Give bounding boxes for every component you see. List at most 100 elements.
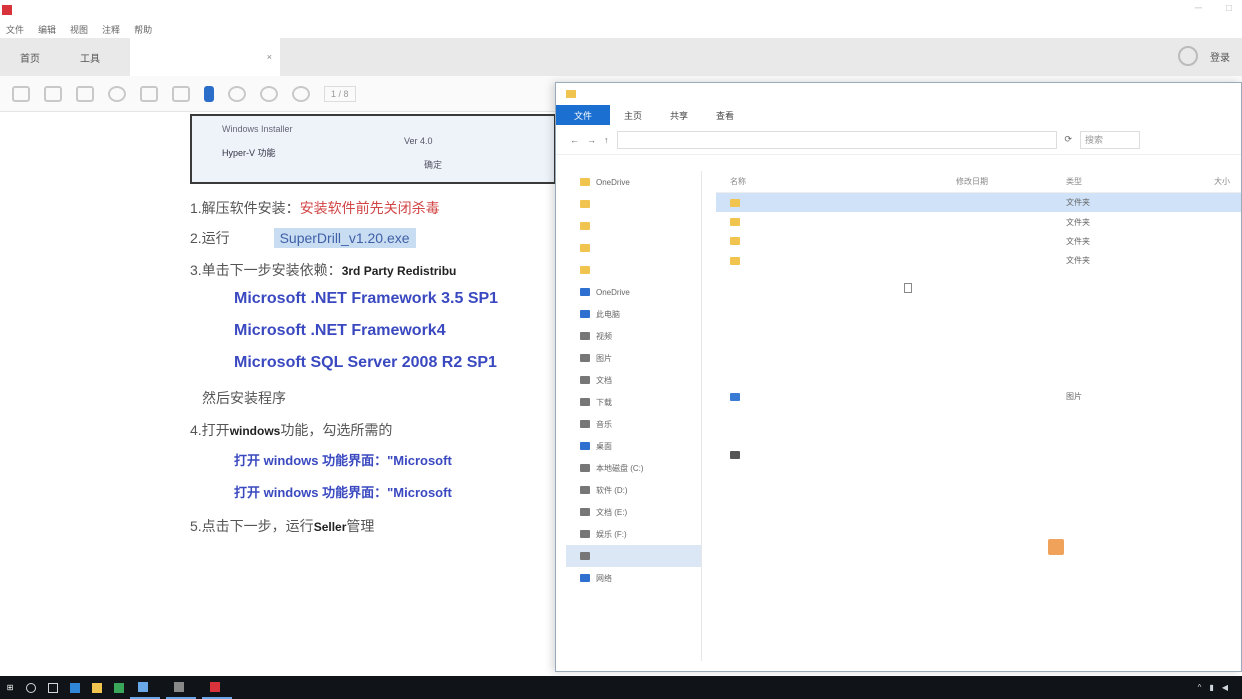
search-input[interactable]: 搜索 [1080,130,1141,149]
hand-tool-icon[interactable] [140,85,158,102]
next-page-icon[interactable] [260,85,278,102]
nav-item[interactable] [566,237,701,259]
save-icon[interactable] [12,85,30,102]
column-name[interactable]: 名称 [716,176,956,187]
nav-label: 文档 (E:) [596,507,628,517]
maximize-button[interactable]: □ [1226,3,1232,14]
nav-item-pictures[interactable]: 图片 [566,347,701,369]
file-explorer-taskbar-icon[interactable] [86,676,108,699]
arrow-cursor-icon[interactable] [204,85,214,102]
task-view-icon[interactable] [42,676,64,699]
explorer-title-bar [556,83,1241,105]
taskbar-app-button[interactable] [130,676,160,699]
close-tab-icon[interactable]: × [267,52,272,62]
page-number-field[interactable]: 1 / 8 [324,85,356,102]
menu-edit[interactable]: 编辑 [38,23,56,36]
ribbon-view-tab[interactable]: 查看 [702,109,748,122]
file-row[interactable] [716,283,1241,445]
store-icon[interactable] [108,676,130,699]
select-tool-icon[interactable] [172,85,190,102]
nav-item[interactable] [566,259,701,281]
application-icon [730,450,740,459]
zoom-in-icon[interactable] [292,85,310,102]
nav-item[interactable]: OneDrive [566,171,701,193]
search-icon[interactable] [108,85,126,102]
volume-icon[interactable]: ◀ [1222,683,1228,692]
column-size[interactable]: 大小 [1176,176,1236,187]
nav-label: 软件 (D:) [596,485,628,495]
column-type[interactable]: 类型 [1066,176,1176,187]
start-button[interactable]: ⊞ [0,676,20,699]
menu-file[interactable]: 文件 [6,23,24,36]
nav-item-videos[interactable]: 视频 [566,325,701,347]
file-row[interactable]: 文件夹 [716,212,1241,231]
forward-arrow-icon[interactable]: → [587,135,596,145]
step-bold-text: 3rd Party Redistribu [341,264,457,278]
email-icon[interactable] [76,85,94,102]
nav-item[interactable] [566,193,701,215]
file-row[interactable] [716,271,1241,293]
tab-document[interactable]: × [130,38,280,76]
file-row[interactable]: 文件夹 [716,193,1241,213]
search-icon[interactable] [20,676,42,699]
edge-browser-icon[interactable] [64,676,86,699]
nav-item-drive[interactable]: 娱乐 (F:) [566,523,701,545]
drive-icon [580,464,590,472]
menu-view[interactable]: 视图 [70,23,88,36]
nav-item-drive[interactable] [566,545,701,567]
file-row[interactable]: 文件夹 [716,232,1241,251]
file-list-header: 名称 修改日期 类型 大小 [716,171,1241,193]
tab-tools[interactable]: 工具 [60,50,120,65]
folder-icon [580,178,590,186]
explorer-ribbon: 文件 主页 共享 查看 [556,105,1241,125]
nav-item-desktop[interactable]: 桌面 [566,435,701,457]
dependency-link[interactable]: Microsoft .NET Framework 3.5 SP1 [234,290,498,308]
file-row[interactable] [716,283,1241,425]
ribbon-file-tab[interactable]: 文件 [556,105,610,125]
nav-item-music[interactable]: 音乐 [566,413,701,435]
up-arrow-icon[interactable]: ↑ [604,135,609,145]
nav-item[interactable] [566,215,701,237]
taskbar-app-button[interactable] [202,676,232,699]
print-icon[interactable] [44,85,62,102]
back-arrow-icon[interactable]: ← [570,135,579,145]
taskbar-app-button[interactable] [166,676,196,699]
menu-help[interactable]: 帮助 [134,23,152,36]
file-row[interactable] [716,283,1241,387]
nav-item-drive[interactable]: 软件 (D:) [566,479,701,501]
column-date[interactable]: 修改日期 [956,176,1066,187]
file-row[interactable] [716,283,1241,348]
nav-item-documents[interactable]: 文档 [566,369,701,391]
file-list: 名称 修改日期 类型 大小 文件夹 文件夹 文件夹 文件夹 图片 [716,171,1241,661]
login-button[interactable]: 登录 [1210,49,1230,64]
feature-link[interactable]: 打开 windows 功能界面："Microsoft [234,482,452,501]
address-bar[interactable] [616,130,1057,149]
ribbon-home-tab[interactable]: 主页 [610,109,656,122]
ribbon-share-tab[interactable]: 共享 [656,109,702,122]
nav-item-drive[interactable]: 本地磁盘 (C:) [566,457,701,479]
file-row[interactable] [716,283,1241,367]
help-icon[interactable] [1178,46,1198,66]
notification-icon[interactable]: ^ [1198,683,1202,692]
image-file-icon [730,392,740,401]
file-row[interactable] [716,283,1241,328]
file-row[interactable] [716,283,1241,309]
menu-annotate[interactable]: 注释 [102,23,120,36]
nav-item-this-pc[interactable]: 此电脑 [566,303,701,325]
file-row[interactable] [716,445,1241,464]
refresh-icon[interactable]: ⟳ [1065,134,1073,145]
nav-item-drive[interactable]: 文档 (E:) [566,501,701,523]
file-row[interactable]: 文件夹 [716,251,1241,270]
tab-home[interactable]: 首页 [0,50,60,65]
feature-link[interactable]: 打开 windows 功能界面："Microsoft [234,450,452,469]
minimize-button[interactable]: ─ [1195,3,1202,14]
nav-item-network[interactable]: 网络 [566,567,701,589]
dependency-link[interactable]: Microsoft .NET Framework4 [234,322,446,340]
nav-item-onedrive[interactable]: OneDrive [566,281,701,303]
network-icon[interactable]: ▮ [1209,683,1213,692]
previous-page-icon[interactable] [228,85,246,102]
nav-item-downloads[interactable]: 下载 [566,391,701,413]
file-row[interactable]: 图片 [716,387,1241,406]
nav-label: 娱乐 (F:) [596,529,627,539]
dependency-link[interactable]: Microsoft SQL Server 2008 R2 SP1 [234,354,497,372]
